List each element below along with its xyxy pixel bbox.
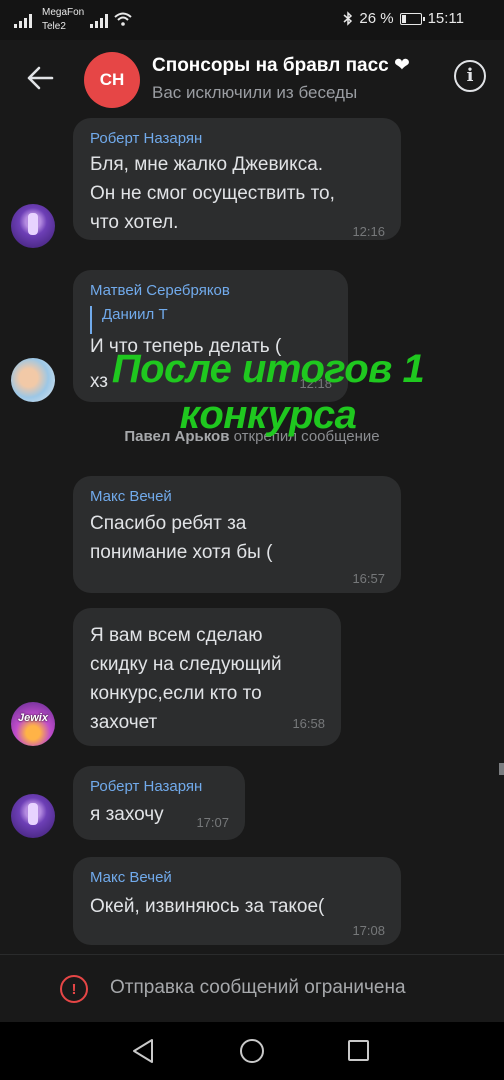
message-bubble[interactable]: Макс Вечей Окей, извиняюсь за такое( 17:… bbox=[73, 857, 401, 945]
message-text-line: Я вам всем сделаю bbox=[90, 625, 263, 646]
arrow-left-icon bbox=[27, 66, 54, 90]
message-author[interactable]: Макс Вечей bbox=[90, 488, 172, 505]
nav-home-icon[interactable] bbox=[240, 1039, 264, 1063]
message-author[interactable]: Макс Вечей bbox=[90, 869, 172, 886]
service-action: открепил сообщение bbox=[233, 428, 380, 445]
message-time: 12:18 bbox=[299, 376, 332, 391]
system-nav-bar bbox=[0, 1022, 504, 1080]
message-text-line: хз bbox=[90, 371, 108, 392]
info-button[interactable]: i bbox=[454, 60, 486, 92]
message-text-line: Бля, мне жалко Джевикса. bbox=[90, 154, 324, 175]
carrier-1: MegaFon bbox=[42, 7, 85, 18]
message-author[interactable]: Матвей Серебряков bbox=[90, 282, 230, 299]
message-text-line: конкурс,если кто то bbox=[90, 683, 262, 704]
nav-back-icon[interactable] bbox=[131, 1038, 155, 1064]
battery-fill bbox=[401, 14, 407, 23]
wifi-icon bbox=[114, 12, 132, 26]
message-time: 17:08 bbox=[352, 923, 385, 938]
avatar[interactable] bbox=[11, 358, 55, 402]
message-text-line: скидку на следующий bbox=[90, 654, 282, 675]
message-text-line: что хотел. bbox=[90, 212, 179, 233]
message-text-line: И что теперь делать ( bbox=[90, 336, 282, 357]
restricted-banner: ! Отправка сообщений ограничена bbox=[0, 954, 504, 1022]
carrier-2: Tele2 bbox=[42, 21, 66, 32]
message-bubble[interactable]: Макс Вечей Спасибо ребят за понимание хо… bbox=[73, 476, 401, 593]
message-bubble[interactable]: Я вам всем сделаю скидку на следующий ко… bbox=[73, 608, 341, 746]
chat-subtitle: Вас исключили из беседы bbox=[152, 83, 358, 102]
avatar-label: Jewix bbox=[18, 712, 48, 724]
message-text-line: захочет bbox=[90, 712, 158, 733]
bluetooth-icon bbox=[343, 11, 353, 26]
status-bar: MegaFon Tele2 26 % 15:11 bbox=[0, 0, 504, 40]
chat-header: СН Спонсоры на бравл пасс ❤ Вас исключил… bbox=[0, 40, 504, 116]
status-left: MegaFon Tele2 bbox=[14, 6, 132, 34]
chat-avatar[interactable]: СН bbox=[84, 52, 140, 108]
message-bubble[interactable]: Роберт Назарян я захочу 17:07 bbox=[73, 766, 245, 840]
signal-2-icon bbox=[90, 14, 109, 28]
message-text-line: Спасибо ребят за bbox=[90, 513, 247, 534]
message-time: 16:58 bbox=[292, 716, 325, 731]
restricted-text: Отправка сообщений ограничена bbox=[110, 977, 406, 998]
message-author[interactable]: Роберт Назарян bbox=[90, 130, 202, 147]
message-time: 12:16 bbox=[352, 224, 385, 239]
message-bubble[interactable]: Матвей Серебряков Даниил Т И что теперь … bbox=[73, 270, 348, 402]
service-actor[interactable]: Павел Арьков bbox=[124, 428, 229, 445]
carrier-labels: MegaFon Tele2 bbox=[42, 6, 84, 34]
avatar[interactable]: Jewix bbox=[11, 702, 55, 746]
battery-icon bbox=[399, 12, 425, 25]
message-text-line: понимание хотя бы ( bbox=[90, 542, 273, 563]
message-feed[interactable]: Роберт Назарян Бля, мне жалко Джевикса. … bbox=[0, 116, 504, 954]
signal-icon bbox=[14, 14, 32, 28]
status-right: 26 % 15:11 bbox=[343, 10, 464, 27]
battery-percent: 26 % bbox=[359, 10, 394, 27]
message-author[interactable]: Роберт Назарян bbox=[90, 778, 202, 795]
chat-title[interactable]: Спонсоры на бравл пасс ❤ bbox=[152, 54, 434, 77]
message-text-line: Он не смог осуществить то, bbox=[90, 183, 335, 204]
avatar[interactable] bbox=[11, 204, 55, 248]
nav-recent-icon[interactable] bbox=[348, 1040, 369, 1061]
warning-icon: ! bbox=[60, 975, 88, 1003]
message-time: 17:07 bbox=[196, 815, 229, 830]
message-bubble[interactable]: Роберт Назарян Бля, мне жалко Джевикса. … bbox=[73, 118, 401, 240]
info-icon: i bbox=[466, 65, 474, 86]
message-text-line: я захочу bbox=[90, 804, 164, 825]
reply-quote[interactable]: Даниил Т bbox=[90, 306, 340, 334]
scrollbar-thumb[interactable] bbox=[499, 763, 504, 775]
message-time: 16:57 bbox=[352, 571, 385, 586]
service-message: Павел Арьков открепил сообщение bbox=[0, 428, 504, 445]
back-button[interactable] bbox=[22, 60, 58, 96]
clock: 15:11 bbox=[427, 10, 464, 27]
avatar[interactable] bbox=[11, 794, 55, 838]
message-text-line: Окей, извиняюсь за такое( bbox=[90, 896, 325, 917]
